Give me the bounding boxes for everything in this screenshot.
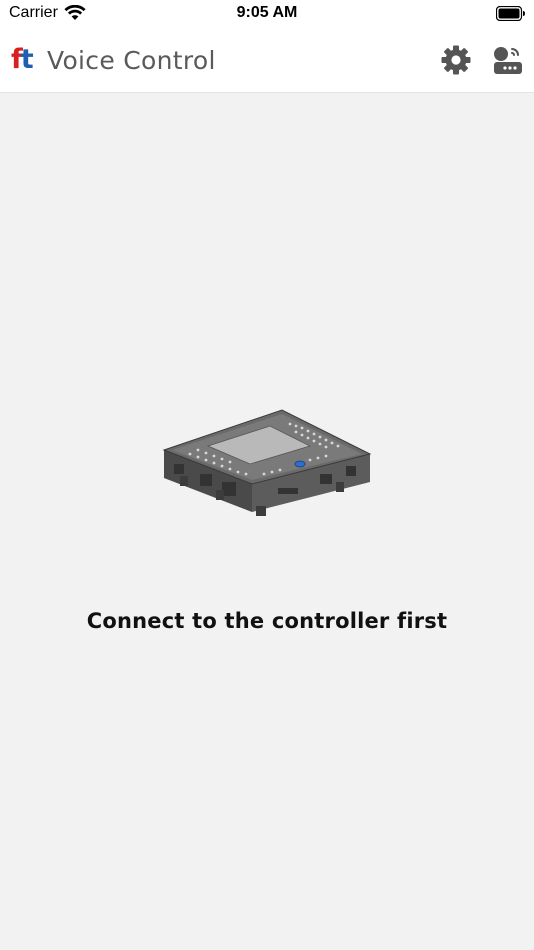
- router-connection-icon: [494, 47, 522, 74]
- status-bar: Carrier 9:05 AM: [0, 0, 534, 28]
- status-time: 9:05 AM: [236, 4, 298, 21]
- logo-letter-t: t: [20, 44, 34, 75]
- connection-prompt: Connect to the controller first: [86, 609, 448, 633]
- logo-letter-f: f: [11, 44, 23, 75]
- app-title: Voice Control: [47, 46, 216, 75]
- app-header: ft Voice Control: [0, 28, 534, 93]
- ft-logo: ft: [11, 43, 34, 77]
- app-screen: Carrier 9:05 AM ft Voice Control Connect…: [0, 0, 534, 950]
- connect-controller-button[interactable]: [492, 45, 524, 77]
- ft-controller-image: [162, 409, 372, 516]
- battery-icon: [496, 6, 525, 21]
- settings-button[interactable]: [440, 44, 472, 76]
- gear-icon: [441, 45, 471, 75]
